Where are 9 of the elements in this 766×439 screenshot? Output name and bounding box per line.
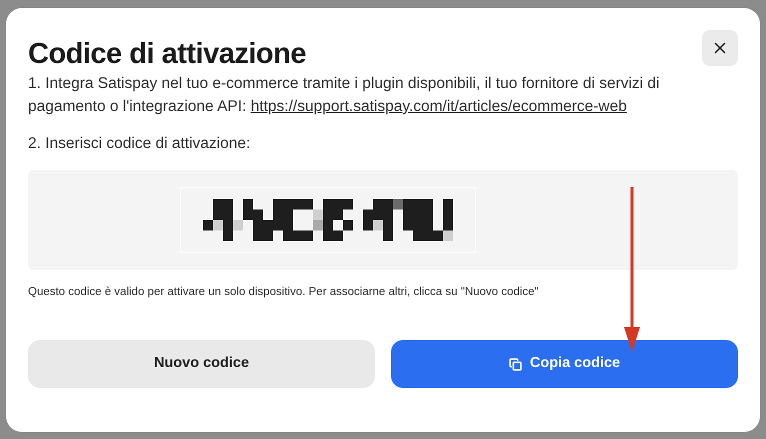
new-code-button[interactable]: Nuovo codice: [28, 340, 375, 388]
copy-code-button[interactable]: Copia codice: [391, 340, 738, 388]
copy-icon: [508, 358, 522, 370]
support-link[interactable]: https://support.satispay.com/it/articles/ecommerce-web: [250, 98, 627, 115]
dialog-title: Codice di attivazione: [28, 37, 306, 72]
close-button[interactable]: [702, 30, 738, 66]
instruction-text: 1. Integra Satispay nel tuo e-commerce tramite i plugin disponibili, il tuo fornitore di servizi di pagamento o l'integrazione API: https://support.satispay.com/it/articles/ecommerce-web: [28, 74, 660, 117]
instruction-text: 2. Inserisci codice di attivazione:: [28, 134, 252, 154]
note-text: Questo codice è valido per attivare un solo dispositivo. Per associarne altri, clicca su "Nuovo codice": [28, 285, 540, 300]
